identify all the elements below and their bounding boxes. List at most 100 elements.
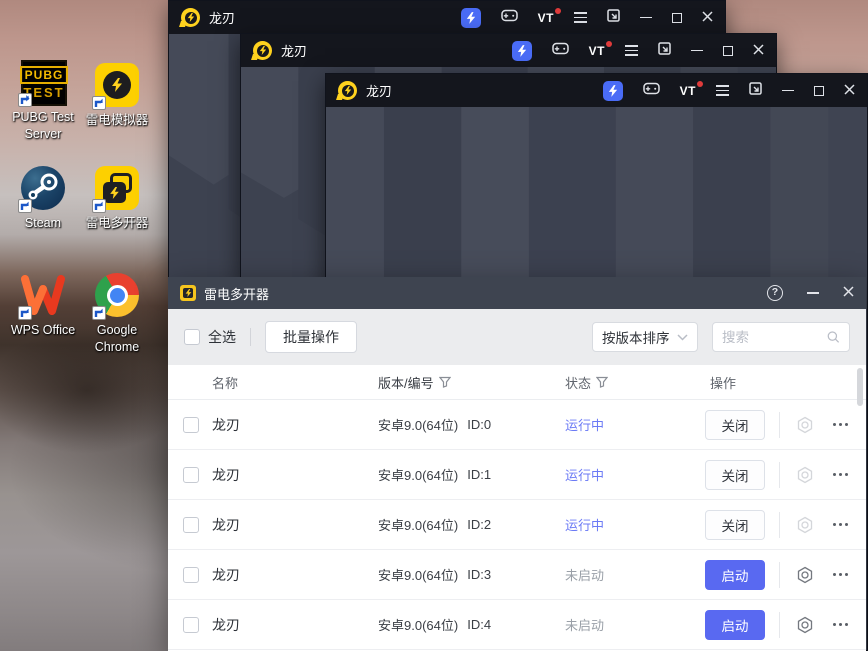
vt-indicator[interactable]: VT [589, 40, 612, 58]
more-options-icon[interactable] [833, 423, 848, 426]
help-icon[interactable]: ? [767, 285, 783, 301]
instance-table: 名称 版本/编号 状态 操作 龙刃 安卓9.0(64位) ID:0 运行中 关闭 [168, 365, 866, 651]
notification-dot [697, 80, 703, 87]
gamepad-icon[interactable] [551, 42, 569, 60]
desktop-icon-chrome[interactable]: Google Chrome [78, 273, 156, 356]
close-button[interactable] [843, 284, 854, 302]
ops-divider [779, 561, 780, 588]
action-button[interactable]: 启动 [705, 609, 765, 640]
detach-icon[interactable] [658, 41, 671, 60]
status-badge: 未启动 [565, 618, 605, 633]
table-row: 龙刃 安卓9.0(64位) ID:0 运行中 关闭 [168, 400, 866, 450]
close-button[interactable] [844, 82, 855, 100]
close-button[interactable] [753, 42, 764, 60]
shortcut-arrow-icon [18, 93, 32, 107]
detach-icon[interactable] [607, 8, 620, 27]
ops-divider [779, 611, 780, 638]
minimize-button[interactable] [807, 292, 819, 294]
boost-icon[interactable] [602, 80, 623, 101]
search-box[interactable] [712, 322, 850, 352]
ops-divider [779, 511, 780, 538]
emulator-titlebar: 龙刃 VT [169, 1, 725, 34]
maximize-button[interactable] [723, 45, 733, 56]
gear-icon[interactable] [796, 466, 814, 484]
manager-title: 雷电多开器 [204, 286, 270, 302]
ldplayer-logo-icon [338, 81, 357, 100]
gamepad-icon[interactable] [642, 82, 660, 100]
boost-icon[interactable] [460, 7, 481, 28]
row-checkbox[interactable] [183, 416, 199, 433]
row-checkbox[interactable] [183, 566, 199, 583]
gear-icon[interactable] [796, 566, 814, 584]
status-badge: 运行中 [565, 468, 605, 483]
manager-titlebar: 雷电多开器 ? [168, 277, 866, 309]
sort-dropdown-value: 按版本排序 [602, 331, 670, 346]
toolbar-divider [250, 328, 251, 346]
select-all-checkbox[interactable] [184, 329, 200, 345]
desktop-icon-pubg[interactable]: PUBG TEST PUBG Test Server [4, 60, 82, 143]
menu-icon[interactable] [625, 45, 638, 56]
menu-icon[interactable] [716, 85, 729, 96]
gear-icon[interactable] [796, 516, 814, 534]
search-input[interactable] [722, 329, 828, 345]
desktop-icon-label: WPS Office [10, 323, 76, 337]
instance-version: 安卓9.0(64位) [378, 568, 459, 583]
instance-id: ID:3 [467, 567, 492, 582]
menu-icon[interactable] [574, 12, 587, 23]
close-button[interactable] [702, 9, 713, 27]
ops-divider [779, 461, 780, 488]
detach-icon[interactable] [749, 81, 762, 100]
status-badge: 运行中 [565, 518, 605, 533]
more-options-icon[interactable] [833, 573, 848, 576]
shortcut-arrow-icon [18, 199, 32, 213]
gear-icon[interactable] [796, 416, 814, 434]
more-options-icon[interactable] [833, 623, 848, 626]
shortcut-arrow-icon [92, 199, 106, 213]
minimize-button[interactable] [782, 89, 794, 92]
minimize-button[interactable] [691, 49, 703, 52]
action-button[interactable]: 关闭 [705, 459, 765, 490]
row-checkbox[interactable] [183, 466, 199, 483]
gamepad-icon[interactable] [500, 9, 518, 27]
maximize-button[interactable] [672, 12, 682, 23]
desktop-icon-steam[interactable]: Steam [4, 166, 82, 232]
filter-icon[interactable] [596, 376, 609, 388]
ops-divider [779, 411, 780, 438]
sort-dropdown[interactable]: 按版本排序 [592, 322, 698, 352]
scrollbar-thumb[interactable] [857, 368, 863, 406]
desktop-icon-wps[interactable]: WPS Office [4, 273, 82, 339]
instance-version: 安卓9.0(64位) [378, 418, 459, 433]
pubg-art-top: PUBG [19, 66, 69, 84]
shortcut-arrow-icon [92, 96, 106, 110]
desktop-icon-multiplayer[interactable]: 雷电多开器 [78, 166, 156, 232]
action-button[interactable]: 关闭 [705, 509, 765, 540]
vt-indicator[interactable]: VT [538, 7, 561, 25]
instance-id: ID:2 [467, 517, 492, 532]
column-name: 名称 [212, 375, 239, 391]
desktop-icon-label: Google Chrome [94, 323, 140, 354]
multi-instance-manager-window: 雷电多开器 ? 全选 批量操作 按版本排序 名称 版本/编号 [168, 277, 866, 651]
action-button[interactable]: 启动 [705, 559, 765, 590]
maximize-button[interactable] [814, 85, 824, 96]
more-options-icon[interactable] [833, 473, 848, 476]
desktop-icon-ldplayer[interactable]: 雷电模拟器 [78, 63, 156, 129]
action-button[interactable]: 关闭 [705, 409, 765, 440]
notification-dot [606, 40, 612, 47]
boost-icon[interactable] [511, 40, 532, 61]
gear-icon[interactable] [796, 616, 814, 634]
status-badge: 未启动 [565, 568, 605, 583]
vt-indicator[interactable]: VT [680, 80, 703, 98]
instance-name: 龙刃 [212, 566, 240, 583]
desktop-icon-label: PUBG Test Server [12, 110, 74, 141]
instance-name: 龙刃 [212, 516, 240, 533]
row-checkbox[interactable] [183, 516, 199, 533]
more-options-icon[interactable] [833, 523, 848, 526]
instance-version: 安卓9.0(64位) [378, 468, 459, 483]
filter-icon[interactable] [438, 376, 451, 388]
desktop-icon-label: 雷电多开器 [85, 216, 149, 230]
batch-operations-button[interactable]: 批量操作 [265, 321, 357, 353]
row-checkbox[interactable] [183, 616, 199, 633]
instance-name: 龙刃 [212, 616, 240, 633]
instance-version: 安卓9.0(64位) [378, 618, 459, 633]
minimize-button[interactable] [640, 16, 652, 19]
